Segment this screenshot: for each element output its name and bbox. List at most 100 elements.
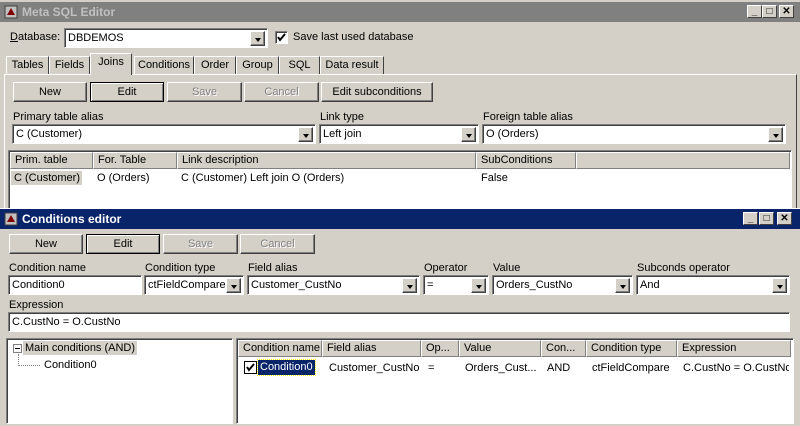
conditions-title: Conditions editor xyxy=(22,212,122,226)
joins-new-button[interactable]: New xyxy=(13,82,87,102)
tab-data-result[interactable]: Data result xyxy=(320,56,384,74)
row-checkbox[interactable] xyxy=(244,361,257,374)
meta-title: Meta SQL Editor xyxy=(22,5,116,19)
list-item[interactable]: Condition0 Customer_CustNo = Orders_Cust… xyxy=(238,359,790,377)
list-cell: Customer_CustNo xyxy=(329,362,420,374)
app-icon xyxy=(4,5,18,19)
button-label: Edit xyxy=(113,238,133,250)
conditions-tree[interactable]: Main conditions (AND) Condition0 xyxy=(6,338,233,424)
tab-label: Joins xyxy=(98,56,124,68)
button-label: Save xyxy=(191,86,218,98)
foreign-alias-label: Foreign table alias xyxy=(483,111,573,123)
header-label: Op... xyxy=(426,342,450,354)
button-label: Cancel xyxy=(260,238,295,250)
condition-name-input[interactable]: Condition0 xyxy=(8,275,142,295)
condition-name-value: Condition0 xyxy=(12,279,65,291)
edit-subconditions-button[interactable]: Edit subconditions xyxy=(321,82,433,102)
list-header[interactable]: Op... xyxy=(421,340,459,357)
field-alias-combo[interactable]: Customer_CustNo xyxy=(247,275,420,295)
chevron-down-icon[interactable] xyxy=(772,278,787,293)
chevron-down-icon[interactable] xyxy=(768,127,783,142)
list-cell-selected: Condition0 xyxy=(257,359,316,376)
collapse-icon[interactable] xyxy=(13,344,22,353)
header-label: Prim. table xyxy=(15,154,68,166)
conditions-list[interactable]: Condition name Field alias Op... Value C… xyxy=(236,338,794,424)
value-combo[interactable]: Orders_CustNo xyxy=(492,275,633,295)
database-combo[interactable]: DBDEMOS xyxy=(64,28,268,48)
header-label: Field alias xyxy=(327,342,377,354)
condition-name-label: Condition name xyxy=(9,262,87,274)
button-label: Edit subconditions xyxy=(332,86,422,98)
tab-sql[interactable]: SQL xyxy=(279,56,320,74)
chevron-down-icon[interactable] xyxy=(471,278,486,293)
field-alias-value: Customer_CustNo xyxy=(251,279,342,291)
list-header[interactable]: Condition name xyxy=(238,340,322,357)
grid-header[interactable]: Prim. table xyxy=(10,152,93,169)
chevron-down-icon[interactable] xyxy=(298,127,313,142)
save-last-checkbox[interactable] xyxy=(275,31,288,44)
grid-header[interactable]: Link description xyxy=(177,152,476,169)
tab-group[interactable]: Group xyxy=(236,56,279,74)
list-header[interactable]: Condition type xyxy=(586,340,677,357)
tab-tables[interactable]: Tables xyxy=(6,56,49,74)
minimize-button[interactable]: _ xyxy=(743,212,758,225)
chevron-down-icon[interactable] xyxy=(461,127,476,142)
chevron-down-icon[interactable] xyxy=(250,31,265,46)
cond-new-button[interactable]: New xyxy=(9,234,83,254)
chevron-down-icon[interactable] xyxy=(402,278,417,293)
meta-title-bar[interactable]: Meta SQL Editor _ □ ✕ xyxy=(0,2,800,22)
tab-joins[interactable]: Joins xyxy=(90,53,132,75)
chevron-down-icon[interactable] xyxy=(226,278,241,293)
link-type-combo[interactable]: Left join xyxy=(319,124,479,144)
grid-header[interactable]: SubConditions xyxy=(476,152,576,169)
tab-order[interactable]: Order xyxy=(194,56,236,74)
joins-save-button[interactable]: Save xyxy=(167,82,242,102)
grid-header[interactable]: For. Table xyxy=(93,152,177,169)
chevron-down-icon[interactable] xyxy=(615,278,630,293)
tab-fields[interactable]: Fields xyxy=(49,56,90,74)
list-header[interactable]: Con... xyxy=(541,340,586,357)
link-type-value: Left join xyxy=(323,128,362,140)
operator-value: = xyxy=(427,279,434,291)
tree-node-condition[interactable]: Condition0 xyxy=(44,358,97,372)
expression-input[interactable]: C.CustNo = O.CustNo xyxy=(8,312,790,332)
cond-cancel-button[interactable]: Cancel xyxy=(240,234,315,254)
tree-node-root[interactable]: Main conditions (AND) xyxy=(23,341,138,355)
operator-combo[interactable]: = xyxy=(423,275,489,295)
subconds-operator-value: And xyxy=(640,279,660,291)
foreign-alias-combo[interactable]: O (Orders) xyxy=(482,124,786,144)
button-label: Cancel xyxy=(264,86,299,98)
maximize-button[interactable]: □ xyxy=(759,212,774,225)
subconds-operator-combo[interactable]: And xyxy=(636,275,790,295)
condition-type-combo[interactable]: ctFieldCompare xyxy=(144,275,244,295)
list-header[interactable]: Field alias xyxy=(322,340,421,357)
button-label: New xyxy=(34,238,57,250)
tab-label: Data result xyxy=(325,59,379,71)
close-button[interactable]: ✕ xyxy=(777,212,792,225)
cond-edit-button[interactable]: Edit xyxy=(86,234,160,254)
database-value: DBDEMOS xyxy=(68,32,124,44)
primary-alias-combo[interactable]: C (Customer) xyxy=(12,124,316,144)
maximize-button[interactable]: □ xyxy=(762,5,777,18)
list-header[interactable]: Expression xyxy=(677,340,791,357)
close-button[interactable]: ✕ xyxy=(779,5,794,18)
list-cell: AND xyxy=(547,362,571,374)
header-label: Con... xyxy=(546,342,576,354)
list-cell: Orders_Cust... xyxy=(465,362,537,374)
list-cell: = xyxy=(428,362,435,374)
minimize-button[interactable]: _ xyxy=(747,5,762,18)
expression-value: C.CustNo = O.CustNo xyxy=(12,316,121,328)
cond-save-button[interactable]: Save xyxy=(163,234,238,254)
header-label: Expression xyxy=(682,342,737,354)
checkmark-icon xyxy=(246,363,255,372)
save-last-label: Save last used database xyxy=(293,31,414,43)
list-cell: ctFieldCompare xyxy=(592,362,670,374)
joins-edit-button[interactable]: Edit xyxy=(90,82,164,102)
joins-grid[interactable]: Prim. table For. Table Link description … xyxy=(8,150,792,210)
conditions-title-bar[interactable]: Conditions editor _ □ ✕ xyxy=(0,209,800,229)
button-label: Save xyxy=(187,238,214,250)
list-header[interactable]: Value xyxy=(459,340,541,357)
table-row[interactable]: C (Customer) O (Orders) C (Customer) Lef… xyxy=(10,170,790,187)
joins-cancel-button[interactable]: Cancel xyxy=(244,82,319,102)
tab-conditions[interactable]: Conditions xyxy=(134,56,194,74)
